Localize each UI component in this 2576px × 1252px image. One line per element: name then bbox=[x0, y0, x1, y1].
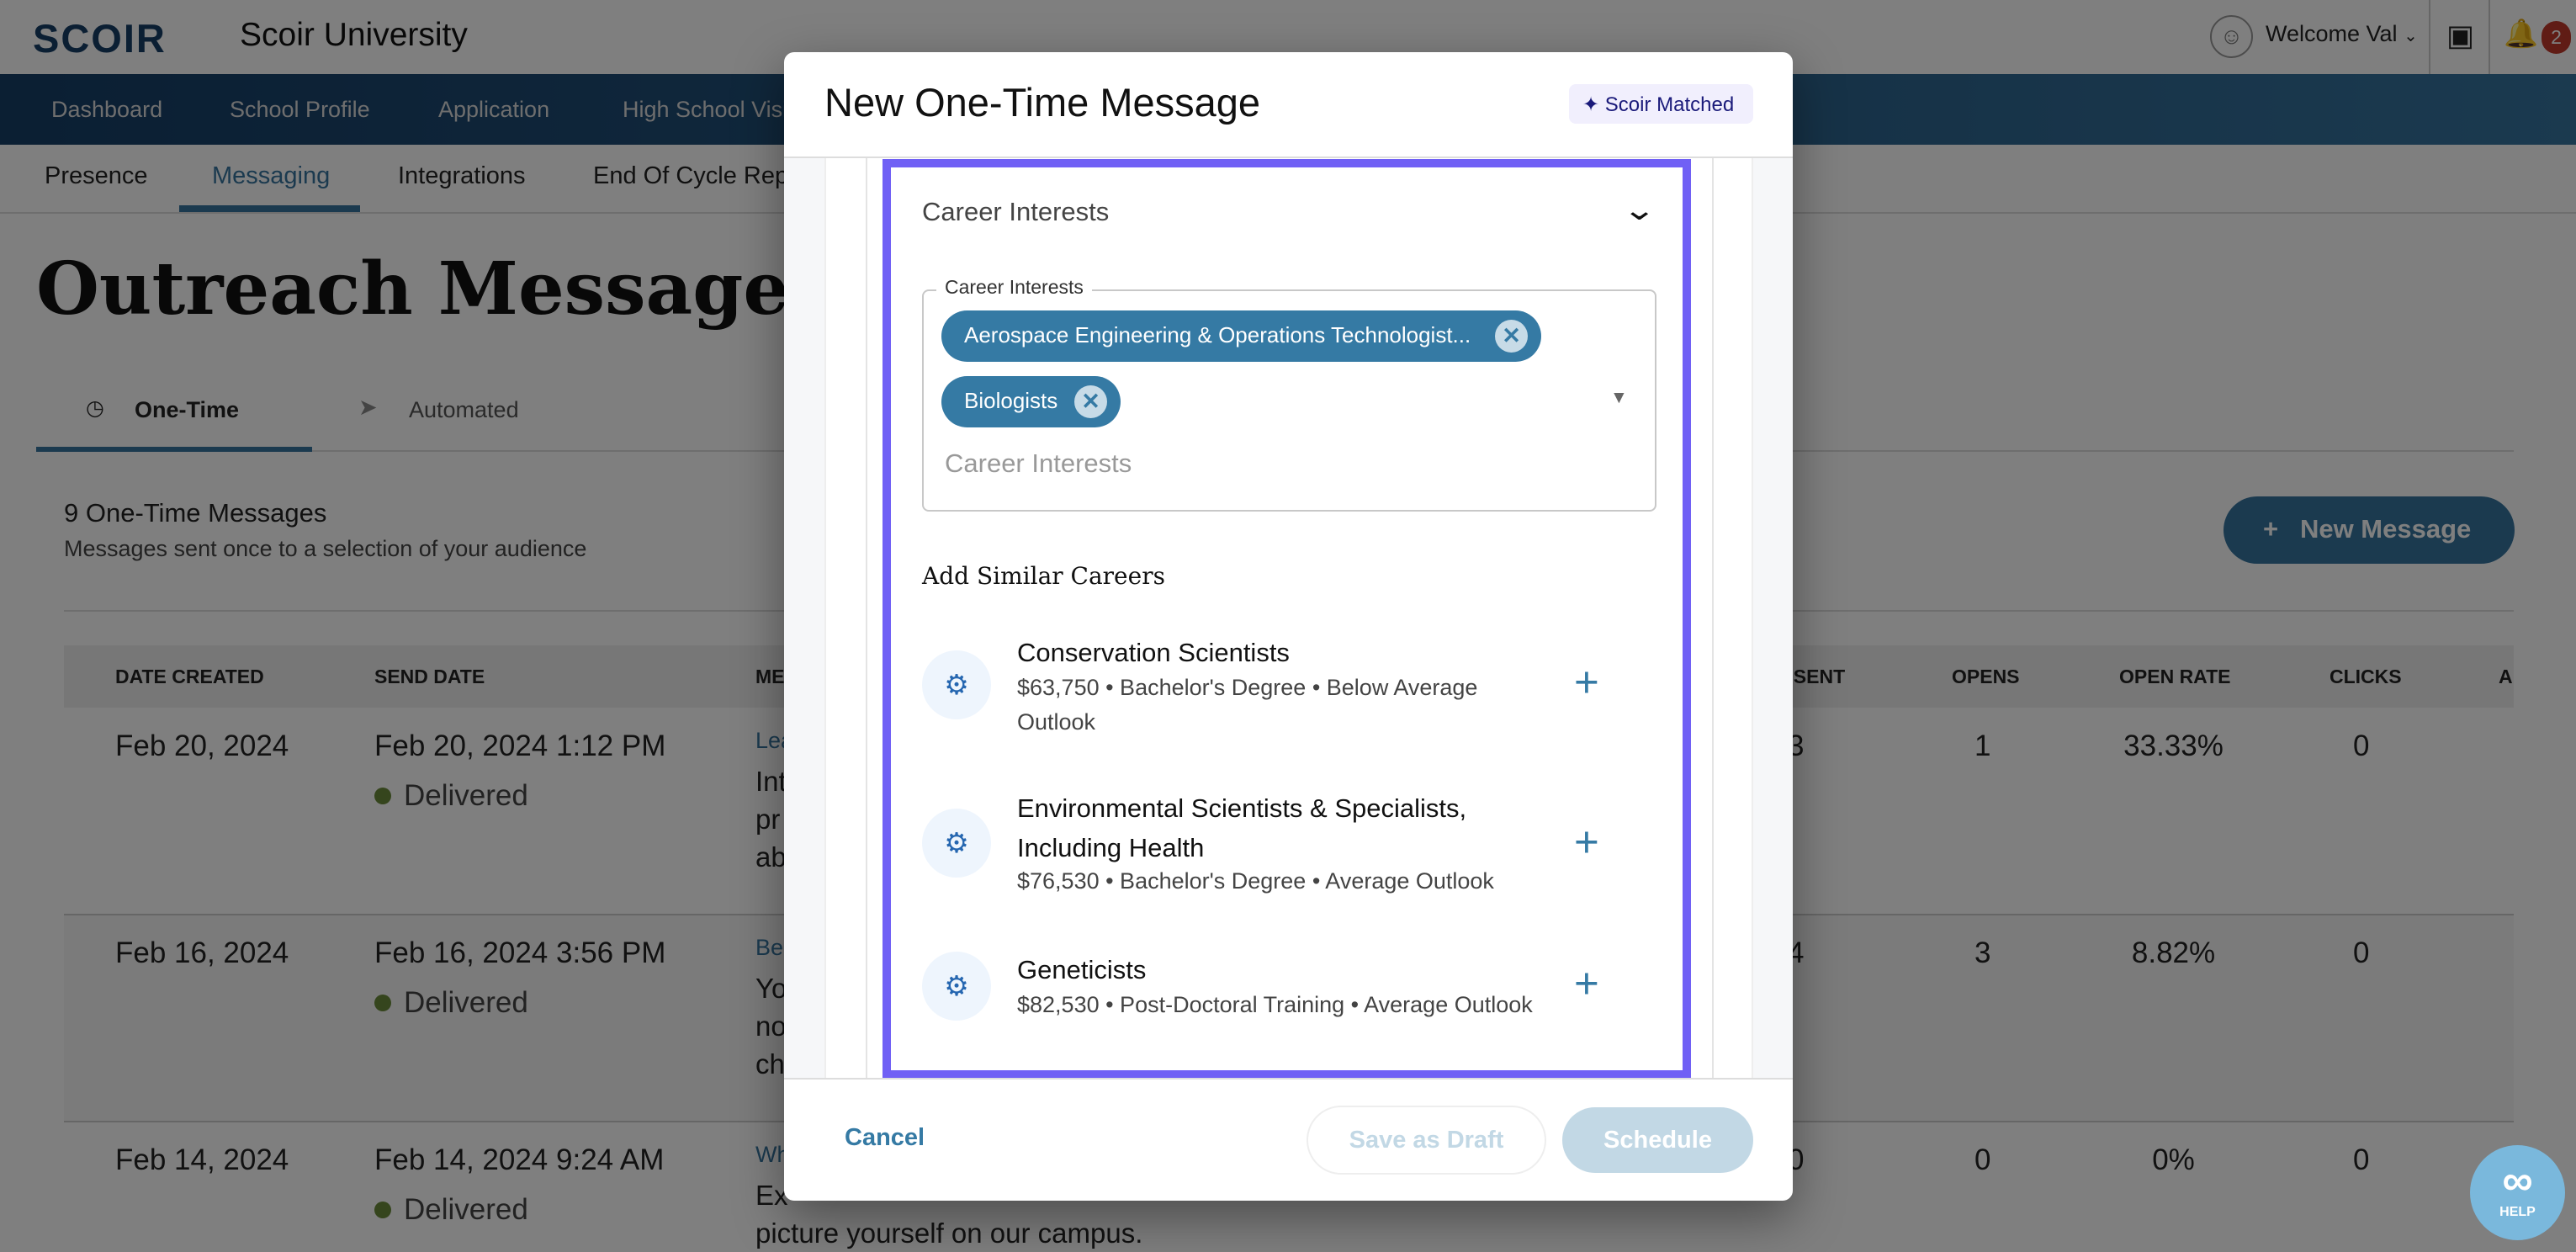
chevron-down-icon[interactable]: ⌄ bbox=[1622, 194, 1656, 227]
cancel-button[interactable]: Cancel bbox=[845, 1124, 925, 1152]
help-label: HELP bbox=[2499, 1205, 2536, 1219]
career-name: Conservation Scientists bbox=[1017, 638, 1290, 667]
career-name: Geneticists bbox=[1017, 955, 1147, 984]
sparkle-icon: ✦ bbox=[1582, 93, 1600, 116]
chip-biologists: Biologists ✕ bbox=[941, 376, 1121, 427]
career-details: $82,530 • Post-Doctoral Training • Avera… bbox=[1017, 992, 1533, 1017]
gears-icon: ⚙ bbox=[922, 952, 991, 1021]
field-label: Career Interests bbox=[936, 276, 1092, 299]
career-details: $76,530 • Bachelor's Degree • Average Ou… bbox=[1017, 868, 1494, 894]
career-details: $63,750 • Bachelor's Degree • Below Aver… bbox=[1017, 675, 1478, 735]
schedule-button[interactable]: Schedule bbox=[1562, 1107, 1753, 1173]
gears-icon: ⚙ bbox=[922, 809, 991, 878]
add-career-plus-icon[interactable]: + bbox=[1574, 817, 1599, 867]
save-draft-button[interactable]: Save as Draft bbox=[1307, 1106, 1546, 1175]
remove-chip-icon[interactable]: ✕ bbox=[1495, 320, 1528, 353]
career-search-input[interactable]: Career Interests bbox=[945, 448, 1132, 479]
modal-title: New One-Time Message bbox=[824, 80, 1261, 125]
scoir-matched-badge: ✦ Scoir Matched bbox=[1569, 84, 1753, 124]
divider bbox=[784, 1078, 1793, 1080]
similar-careers-title: Add Similar Careers bbox=[922, 562, 1165, 590]
remove-chip-icon[interactable]: ✕ bbox=[1074, 385, 1107, 418]
add-career-plus-icon[interactable]: + bbox=[1574, 657, 1599, 707]
chip-label: Aerospace Engineering & Operations Techn… bbox=[964, 322, 1471, 347]
dropdown-arrow-icon[interactable]: ▼ bbox=[1610, 388, 1628, 408]
add-career-plus-icon[interactable]: + bbox=[1574, 958, 1599, 1008]
chip-aerospace: Aerospace Engineering & Operations Techn… bbox=[941, 310, 1541, 362]
help-button[interactable]: ∞ HELP bbox=[2470, 1145, 2565, 1240]
career-name: Environmental Scientists & Specialists, … bbox=[1017, 793, 1467, 862]
section-title: Career Interests bbox=[922, 197, 1110, 226]
chip-label: Biologists bbox=[964, 388, 1058, 413]
gears-icon: ⚙ bbox=[922, 650, 991, 719]
badge-label: Scoir Matched bbox=[1604, 93, 1735, 116]
infinity-icon: ∞ bbox=[2502, 1156, 2533, 1204]
